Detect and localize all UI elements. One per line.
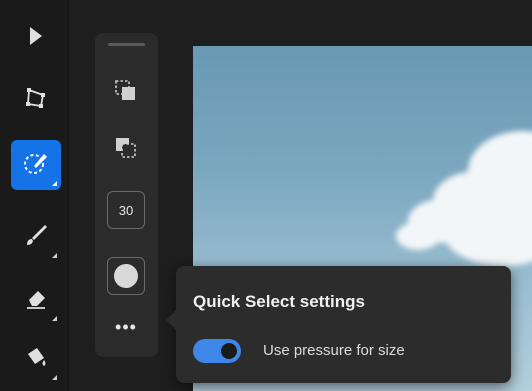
brush-icon (23, 222, 49, 253)
color-swatch (114, 264, 138, 288)
popover-arrow (166, 310, 176, 330)
pressure-toggle[interactable] (193, 339, 241, 363)
brush-size-value: 30 (118, 202, 134, 218)
submenu-indicator (52, 253, 57, 258)
color-swatch-button[interactable] (107, 257, 145, 295)
fill-tool-button[interactable] (11, 334, 61, 384)
transform-icon (24, 86, 48, 115)
tool-options-panel: 30 ••• (95, 33, 158, 357)
popover-title: Quick Select settings (193, 292, 365, 311)
eraser-icon (23, 285, 49, 316)
panel-drag-handle[interactable] (108, 43, 145, 46)
pressure-toggle-label: Use pressure for size (263, 342, 405, 359)
subtract-from-selection-button[interactable] (111, 135, 141, 165)
subtract-from-selection-icon (113, 135, 139, 166)
fill-bucket-icon (23, 344, 49, 375)
quick-select-tool-button[interactable] (11, 140, 61, 190)
select-tool-button[interactable] (11, 13, 61, 63)
add-to-selection-button[interactable] (111, 78, 141, 108)
tool-bar (0, 0, 69, 391)
more-icon: ••• (115, 317, 137, 337)
quick-select-settings-popover: Quick Select settings Use pressure for s… (166, 266, 511, 383)
eraser-tool-button[interactable] (11, 275, 61, 325)
more-options-button[interactable]: ••• (111, 315, 141, 339)
quick-select-icon (22, 149, 50, 182)
brush-size-field[interactable]: 30 (107, 191, 145, 229)
select-arrow-icon (26, 25, 46, 52)
add-to-selection-icon (113, 78, 139, 109)
submenu-indicator (52, 316, 57, 321)
toggle-knob (221, 343, 237, 359)
submenu-indicator (52, 375, 57, 380)
submenu-indicator (52, 181, 57, 186)
brush-tool-button[interactable] (11, 212, 61, 262)
transform-tool-button[interactable] (11, 75, 61, 125)
